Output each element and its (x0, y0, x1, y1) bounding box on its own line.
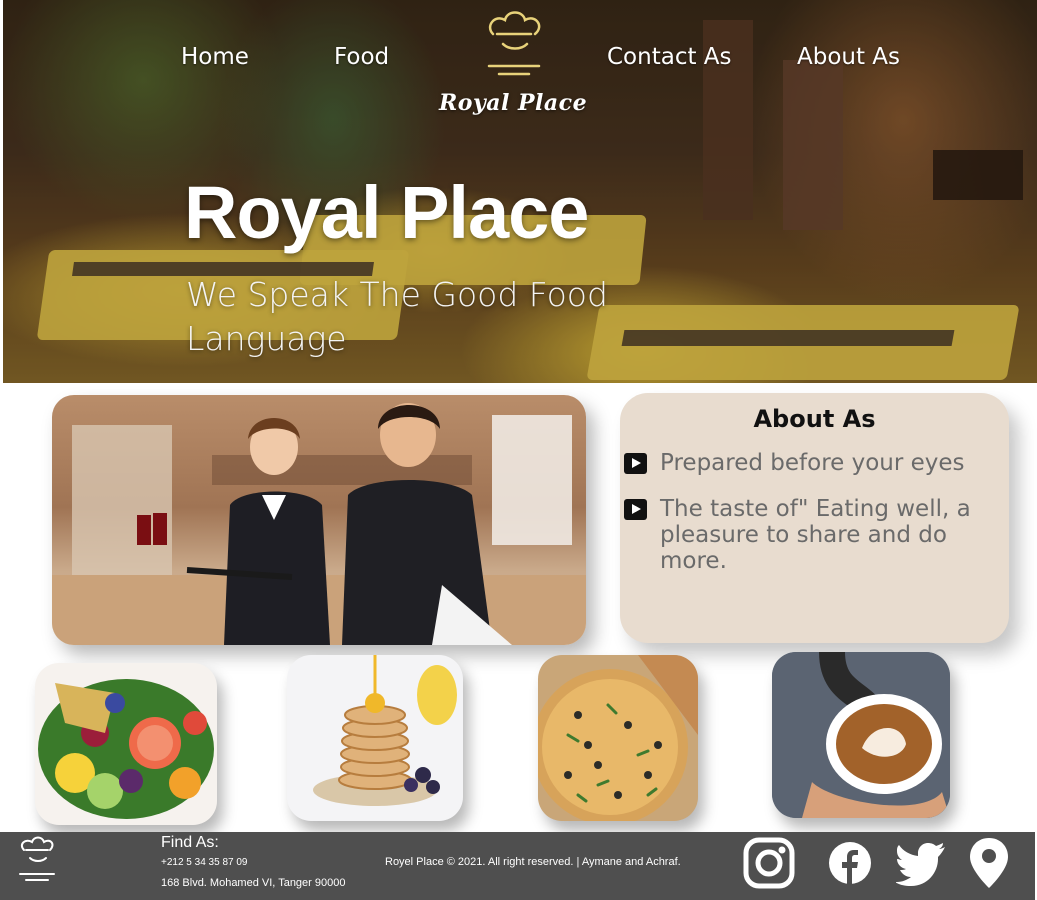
nav-home-link[interactable]: Home (181, 44, 249, 70)
pizza-image (538, 655, 698, 821)
staff-photo (52, 395, 586, 645)
site-footer: Find As: +212 5 34 35 87 09 168 Blvd. Mo… (0, 832, 1035, 900)
about-item-text: Prepared before your eyes (660, 450, 965, 476)
about-title: About As (753, 405, 876, 433)
nav-about-link[interactable]: About As (797, 44, 900, 70)
pancakes-image (313, 655, 457, 806)
play-bullet-icon (624, 453, 647, 474)
chef-logo-icon[interactable] (479, 4, 549, 84)
brand-logo-text[interactable]: Royal Place (439, 90, 587, 116)
latte-image (772, 652, 950, 818)
twitter-icon[interactable] (896, 837, 946, 889)
facebook-icon[interactable] (828, 837, 872, 889)
phone-number[interactable]: +212 5 34 35 87 09 (161, 857, 247, 868)
hero-title: Royal Place (184, 171, 589, 254)
food-tile-fruit-platter[interactable] (35, 663, 217, 825)
food-tile-latte[interactable] (772, 652, 950, 818)
play-bullet-icon (624, 499, 647, 520)
about-item-text: The taste of" Eating well, a pleasure to… (660, 496, 971, 574)
nav-food-link[interactable]: Food (334, 44, 389, 70)
copyright-text: Royel Place © 2021. All right reserved. … (385, 856, 681, 868)
about-card: About As Prepared before your eyes The t… (620, 393, 1009, 643)
instagram-icon[interactable] (743, 837, 795, 889)
about-list-item: Prepared before your eyes (624, 450, 994, 480)
fruit-platter-image (38, 679, 214, 819)
about-list-item: The taste of" Eating well, a pleasure to… (624, 496, 994, 576)
food-tile-pizza[interactable] (538, 655, 698, 821)
nav-contact-link[interactable]: Contact As (607, 44, 732, 70)
chef-logo-icon[interactable] (16, 836, 58, 886)
food-tile-pancakes[interactable] (287, 655, 463, 821)
location-pin-icon[interactable] (968, 837, 1010, 889)
find-us-title: Find As: (161, 834, 219, 851)
hero-subtitle: We Speak The Good Food Language (186, 275, 608, 358)
address: 168 Blvd. Mohamed VI, Tanger 90000 (161, 877, 346, 889)
hero-banner: Home Food Contact As About As Royal Plac… (3, 0, 1037, 383)
